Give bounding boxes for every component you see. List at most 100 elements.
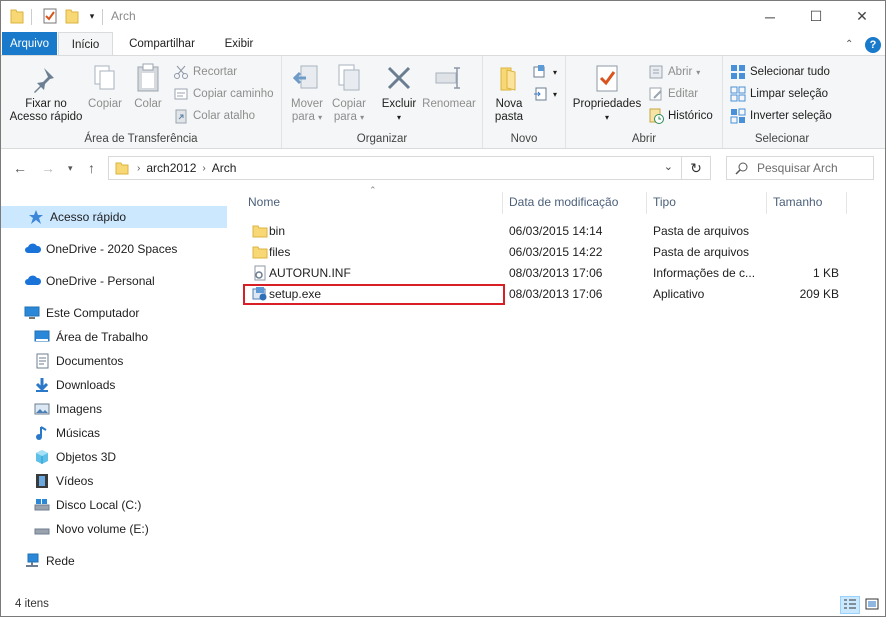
breadcrumb-arch[interactable]: Arch xyxy=(212,161,237,175)
new-item-button[interactable]: ▾ xyxy=(533,62,557,82)
help-icon[interactable]: ? xyxy=(865,37,881,53)
properties-button[interactable]: Propriedades ▾ xyxy=(571,62,643,124)
edit-button[interactable]: Editar xyxy=(648,84,698,104)
delete-button[interactable]: Excluir ▾ xyxy=(379,62,419,124)
large-icons-view-button[interactable] xyxy=(862,596,882,614)
column-divider[interactable] xyxy=(846,192,847,214)
nav-onedrive-personal[interactable]: OneDrive - Personal xyxy=(1,270,227,292)
details-view-button[interactable] xyxy=(840,596,860,614)
column-header-size[interactable]: Tamanho xyxy=(773,195,822,209)
pin-quick-access-button[interactable]: Fixar no Acesso rápido xyxy=(6,62,86,124)
address-bar[interactable]: › arch2012 › Arch ⌄ xyxy=(108,156,682,180)
group-select: Selecionar tudo Limpar seleção Inverter … xyxy=(723,56,841,148)
new-folder-button[interactable]: Nova pasta xyxy=(488,62,530,124)
large-icons-view-icon xyxy=(865,598,879,613)
select-all-button[interactable]: Selecionar tudo xyxy=(730,62,830,82)
nav-3d-objects[interactable]: Objetos 3D xyxy=(1,446,227,468)
minimize-button[interactable]: ─ xyxy=(747,1,793,32)
nav-local-disk-c[interactable]: Disco Local (C:) xyxy=(1,494,227,516)
copy-path-button[interactable]: Copiar caminho xyxy=(173,84,274,104)
film-icon xyxy=(34,473,50,489)
tab-arquivo[interactable]: Arquivo xyxy=(2,32,57,56)
nav-onedrive-spaces[interactable]: OneDrive - 2020 Spaces xyxy=(1,238,227,260)
refresh-button[interactable]: ↻ xyxy=(682,156,711,180)
nav-new-volume-e-label: Novo volume (E:) xyxy=(56,522,149,536)
nav-pictures[interactable]: Imagens xyxy=(1,398,227,420)
select-none-button[interactable]: Limpar seleção xyxy=(730,84,828,104)
nav-network[interactable]: Rede xyxy=(1,550,227,572)
table-row[interactable]: bin 06/03/2015 14:14 Pasta de arquivos xyxy=(246,221,846,242)
column-header-date[interactable]: Data de modificação xyxy=(509,195,618,209)
picture-icon xyxy=(34,401,50,417)
column-divider[interactable] xyxy=(502,192,503,214)
easy-access-button[interactable]: ▾ xyxy=(533,84,557,104)
scissors-icon xyxy=(173,64,189,80)
file-date: 06/03/2015 14:14 xyxy=(509,224,603,238)
select-none-label: Limpar seleção xyxy=(750,88,828,100)
properties-icon xyxy=(591,62,623,94)
nav-music[interactable]: Músicas xyxy=(1,422,227,444)
file-type: Pasta de arquivos xyxy=(653,245,750,259)
computer-icon xyxy=(24,305,40,321)
table-row[interactable]: AUTORUN.INF 08/03/2013 17:06 Informações… xyxy=(246,263,846,284)
table-row[interactable]: files 06/03/2015 14:22 Pasta de arquivos xyxy=(246,242,846,263)
collapse-ribbon-icon[interactable]: ⌃ xyxy=(845,39,853,50)
copy-button[interactable]: Copiar xyxy=(86,62,124,111)
nav-downloads[interactable]: Downloads xyxy=(1,374,227,396)
copy-label: Copiar xyxy=(88,98,122,110)
column-header-name[interactable]: Nome xyxy=(248,195,280,209)
customize-toolbar-icon[interactable]: ▾ xyxy=(87,8,97,24)
column-divider[interactable] xyxy=(766,192,767,214)
nav-new-volume-e[interactable]: Novo volume (E:) xyxy=(1,518,227,540)
tab-exibir[interactable]: Exibir xyxy=(211,32,267,56)
history-button[interactable]: Histórico xyxy=(648,106,713,126)
copy-to-button[interactable]: Copiar para ▾ xyxy=(329,62,369,124)
folder-icon xyxy=(252,244,268,260)
paste-button[interactable]: Colar xyxy=(129,62,167,111)
column-divider[interactable] xyxy=(646,192,647,214)
recent-locations-icon[interactable]: ▾ xyxy=(68,163,73,174)
folder-icon xyxy=(10,8,24,24)
close-button[interactable]: ✕ xyxy=(839,1,885,32)
settings-file-icon xyxy=(252,265,268,281)
cut-button[interactable]: Recortar xyxy=(173,62,237,82)
nav-onedrive-personal-label: OneDrive - Personal xyxy=(46,274,155,288)
nav-pictures-label: Imagens xyxy=(56,402,103,416)
address-dropdown-icon[interactable]: ⌄ xyxy=(664,160,673,173)
group-new: Nova pasta ▾ ▾ Novo xyxy=(483,56,566,148)
music-note-icon xyxy=(34,425,50,441)
column-header-type[interactable]: Tipo xyxy=(653,195,676,209)
select-all-label: Selecionar tudo xyxy=(750,66,830,78)
nav-this-pc[interactable]: Este Computador xyxy=(1,302,227,324)
tab-inicio[interactable]: Início xyxy=(58,32,113,56)
nav-documents[interactable]: Documentos xyxy=(1,350,227,372)
search-placeholder: Pesquisar Arch xyxy=(757,161,838,175)
edit-pencil-icon xyxy=(648,86,664,102)
clipboard-icon xyxy=(132,62,164,94)
move-to-button[interactable]: Mover para ▾ xyxy=(287,62,327,124)
forward-arrow-icon[interactable]: → xyxy=(41,160,55,176)
back-arrow-icon[interactable]: ← xyxy=(13,160,27,176)
pin-label-2: Acesso rápido xyxy=(9,111,83,123)
paste-shortcut-button[interactable]: Colar atalho xyxy=(173,106,255,126)
nav-videos[interactable]: Vídeos xyxy=(1,470,227,492)
edit-label: Editar xyxy=(668,88,699,100)
breadcrumb-arch2012[interactable]: arch2012 xyxy=(146,161,196,175)
nav-desktop[interactable]: Área de Trabalho xyxy=(1,326,227,348)
rename-button[interactable]: Renomear xyxy=(421,62,477,111)
nav-quick-access[interactable]: Acesso rápido xyxy=(1,206,227,228)
new-folder-quick-icon[interactable] xyxy=(65,8,79,24)
maximize-button[interactable]: ☐ xyxy=(793,1,839,32)
address-row: ← → ▾ ↑ › arch2012 › Arch ⌄ ↻ Pesquisar … xyxy=(1,150,885,188)
file-date: 08/03/2013 17:06 xyxy=(509,287,603,301)
open-button[interactable]: Abrir ▾ xyxy=(648,62,700,82)
invert-selection-button[interactable]: Inverter seleção xyxy=(730,106,832,126)
move-to-label-1: Mover xyxy=(291,98,323,110)
file-size: 209 KB xyxy=(799,287,839,301)
ribbon-tabs: Arquivo Início Compartilhar Exibir ⌃ ? xyxy=(1,32,885,56)
properties-quick-icon[interactable] xyxy=(42,8,58,24)
search-box[interactable]: Pesquisar Arch xyxy=(726,156,874,180)
star-icon xyxy=(28,209,44,225)
up-arrow-icon[interactable]: ↑ xyxy=(88,160,95,176)
tab-compartilhar[interactable]: Compartilhar xyxy=(119,32,205,56)
